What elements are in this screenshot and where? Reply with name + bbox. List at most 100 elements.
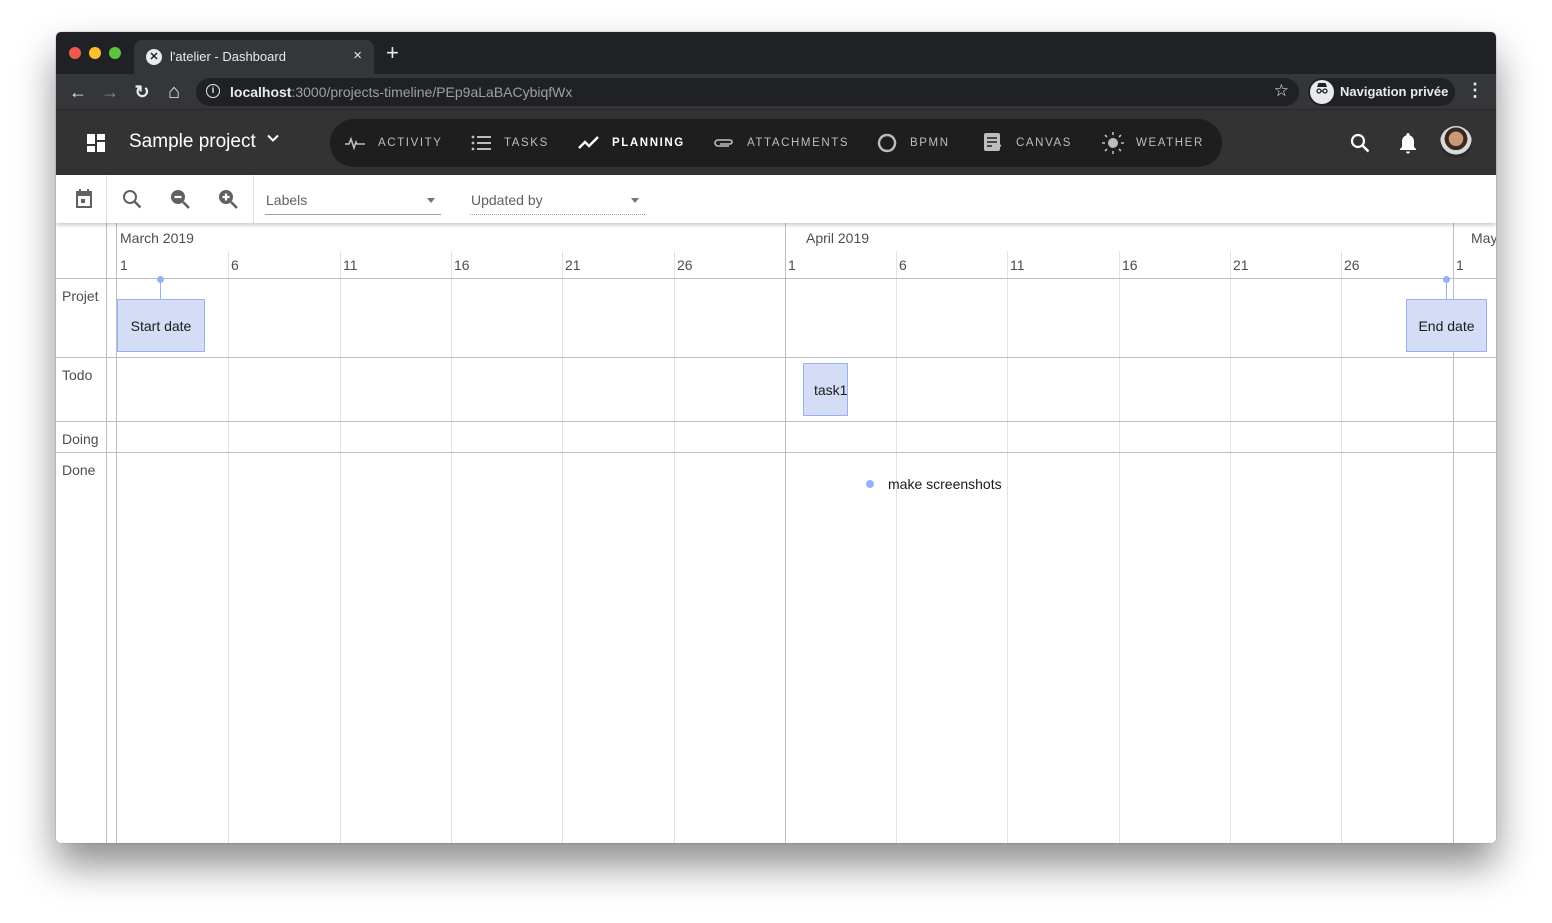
- end-date-stem: [1446, 280, 1447, 300]
- toolbar-divider: [253, 175, 254, 223]
- day-tick-label: 1: [120, 257, 128, 273]
- group-label-done: Done: [62, 462, 96, 478]
- browser-toolbar: ← → ↻ ⌂ i localhost:3000/projects-timeli…: [56, 74, 1496, 110]
- day-tick-label: 11: [343, 257, 358, 273]
- zoom-in-icon[interactable]: [216, 187, 240, 211]
- nav-attachments[interactable]: ATTACHMENTS: [713, 119, 849, 167]
- day-tick-label: 16: [1122, 257, 1138, 273]
- tools-favicon-icon: ✕: [146, 49, 162, 65]
- month-label-may: May: [1471, 230, 1496, 246]
- incognito-icon: [1310, 80, 1334, 104]
- day-gridline: [1341, 251, 1342, 843]
- month-label-april: April 2019: [806, 230, 870, 246]
- canvas-icon: [982, 133, 1004, 153]
- incognito-profile-button[interactable]: Navigation privée: [1308, 78, 1455, 106]
- labels-select-value: Labels: [266, 192, 308, 208]
- day-tick-label: 1: [788, 257, 796, 273]
- day-tick-label: 6: [899, 257, 907, 273]
- sun-icon: [1102, 132, 1124, 154]
- nav-label: WEATHER: [1136, 137, 1204, 149]
- new-tab-button[interactable]: +: [386, 42, 399, 64]
- day-tick-label: 21: [565, 257, 581, 273]
- nav-label: ATTACHMENTS: [747, 137, 850, 149]
- day-gridline: [674, 251, 675, 843]
- info-icon[interactable]: i: [206, 84, 220, 98]
- nav-label: CANVAS: [1016, 137, 1073, 149]
- url-text[interactable]: localhost:3000/projects-timeline/PEp9aLa…: [230, 84, 572, 100]
- search-zoom-icon[interactable]: [120, 187, 144, 211]
- group-label-doing: Doing: [62, 431, 99, 447]
- timeline-chart: March 2019 April 2019 May 1 6 11 16 21 26 1 6 11…: [56, 223, 1496, 843]
- maximize-window-button[interactable]: [109, 47, 121, 59]
- trending-icon: [578, 133, 600, 153]
- nav-label: PLANNING: [612, 137, 685, 149]
- profile-label: Navigation privée: [1340, 84, 1449, 99]
- minimize-window-button[interactable]: [89, 47, 101, 59]
- day-tick-label: 11: [1010, 257, 1025, 273]
- browser-window: ✕ l'atelier - Dashboard × + ← → ↻ ⌂ i lo…: [56, 32, 1496, 843]
- task1-item[interactable]: task1: [803, 363, 848, 416]
- day-tick-label: 21: [1233, 257, 1249, 273]
- updated-by-select[interactable]: Updated by: [470, 189, 645, 215]
- tab-title: l'atelier - Dashboard: [170, 49, 286, 64]
- day-gridline: [340, 251, 341, 843]
- planning-toolbar: Labels Updated by: [56, 175, 1496, 223]
- url-path: :3000/projects-timeline/PEp9aLaBACybiqfW…: [291, 84, 573, 100]
- end-date-item[interactable]: End date: [1406, 299, 1487, 352]
- circle-icon: [876, 133, 898, 153]
- nav-bpmn[interactable]: BPMN: [876, 119, 950, 167]
- row-divider: [56, 452, 1496, 453]
- updated-by-select-value: Updated by: [471, 192, 543, 208]
- nav-label: ACTIVITY: [378, 137, 443, 149]
- bell-icon[interactable]: [1398, 110, 1418, 175]
- nav-weather[interactable]: WEATHER: [1102, 119, 1204, 167]
- browser-tab[interactable]: ✕ l'atelier - Dashboard ×: [134, 40, 374, 74]
- day-gridline: [896, 251, 897, 843]
- group-label-todo: Todo: [62, 367, 93, 383]
- dashboard-icon[interactable]: [87, 134, 105, 152]
- start-date-item[interactable]: Start date: [117, 299, 205, 352]
- tab-strip: ✕ l'atelier - Dashboard × +: [56, 32, 1496, 74]
- nav-label: TASKS: [504, 137, 549, 149]
- day-tick-label: 16: [454, 257, 470, 273]
- project-selector[interactable]: Sample project: [129, 131, 256, 153]
- tab-close-icon[interactable]: ×: [353, 47, 362, 64]
- day-gridline: [1007, 251, 1008, 843]
- url-host: localhost: [230, 84, 292, 100]
- list-icon: [470, 133, 492, 153]
- day-tick-label: 26: [677, 257, 693, 273]
- home-icon[interactable]: ⌂: [162, 80, 186, 104]
- app-header: Sample project ACTIVITY TASKS PLANNING A…: [56, 110, 1496, 175]
- nav-planning[interactable]: PLANNING: [578, 119, 685, 167]
- search-icon[interactable]: [1349, 110, 1371, 175]
- labels-select[interactable]: Labels: [265, 189, 441, 215]
- nav-activity[interactable]: ACTIVITY: [344, 119, 443, 167]
- day-tick-label: 26: [1344, 257, 1360, 273]
- address-bar[interactable]: i localhost:3000/projects-timeline/PEp9a…: [196, 78, 1299, 106]
- make-screenshots-item[interactable]: make screenshots: [888, 476, 1002, 492]
- day-gridline: [1119, 251, 1120, 843]
- start-date-stem: [160, 280, 161, 300]
- browser-menu-icon[interactable]: ⋮: [1466, 80, 1484, 101]
- forward-icon[interactable]: →: [98, 80, 122, 104]
- day-gridline: [785, 223, 786, 843]
- reload-icon[interactable]: ↻: [130, 80, 154, 104]
- day-gridline: [451, 251, 452, 843]
- month-label-march: March 2019: [120, 230, 194, 246]
- day-tick-label: 6: [231, 257, 239, 273]
- chevron-down-icon[interactable]: [266, 131, 280, 149]
- nav-canvas[interactable]: CANVAS: [982, 119, 1072, 167]
- point-marker-dot: [866, 480, 874, 488]
- main-nav: ACTIVITY TASKS PLANNING ATTACHMENTS BPMN…: [330, 119, 1222, 167]
- row-divider: [56, 421, 1496, 422]
- user-avatar[interactable]: [1440, 126, 1472, 158]
- zoom-out-icon[interactable]: [168, 187, 192, 211]
- calendar-icon[interactable]: [72, 187, 96, 211]
- row-divider: [56, 357, 1496, 358]
- back-icon[interactable]: ←: [66, 80, 90, 104]
- bookmark-star-icon[interactable]: ☆: [1274, 81, 1289, 101]
- close-window-button[interactable]: [69, 47, 81, 59]
- toolbar-divider: [106, 175, 107, 223]
- group-label-projet: Projet: [62, 288, 99, 304]
- nav-tasks[interactable]: TASKS: [470, 119, 549, 167]
